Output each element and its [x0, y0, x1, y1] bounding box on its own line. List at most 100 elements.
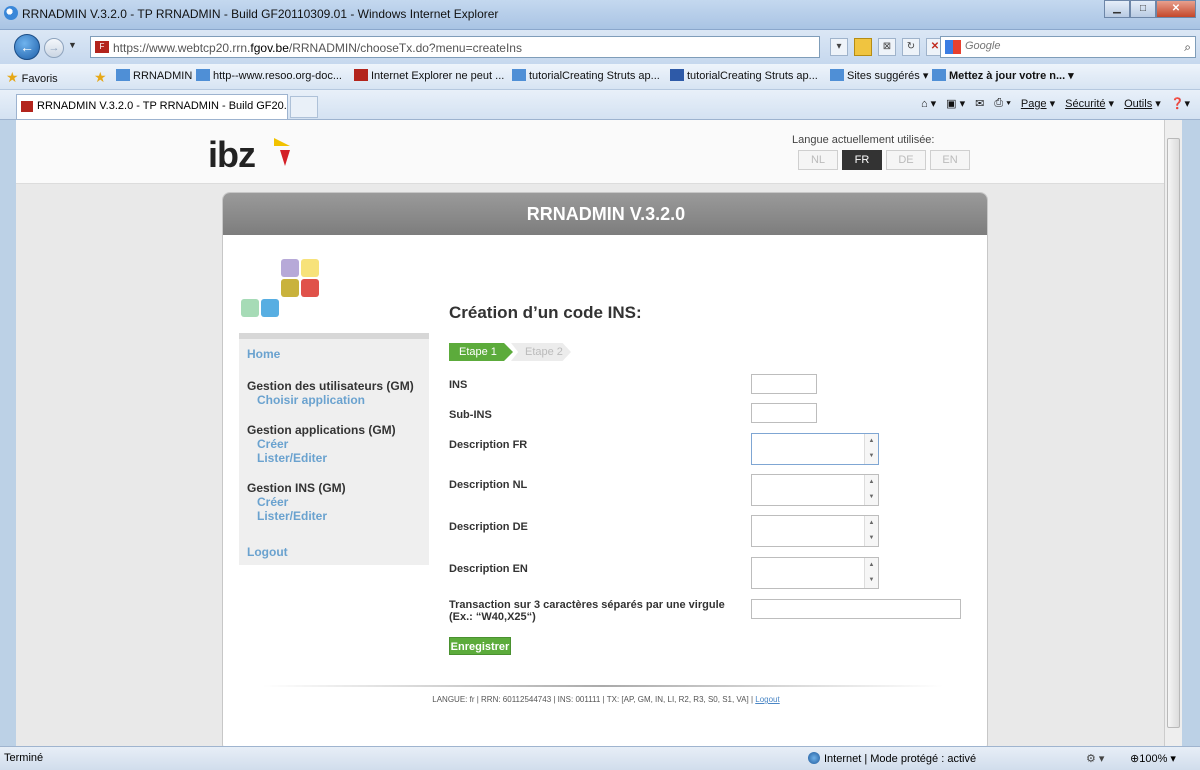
footer-divider — [263, 685, 943, 687]
security-menu[interactable]: Sécurité ▾ — [1065, 97, 1114, 110]
description-de-textarea[interactable]: ▲ ▼ — [751, 515, 879, 547]
sub-ins-input[interactable] — [751, 403, 817, 423]
command-bar: ⌂ ▾ ▣ ▾ ✉ ⎙ ▾ Page ▾ Sécurité ▾ Outils ▾… — [921, 97, 1190, 110]
description-en-textarea[interactable]: ▲ ▼ — [751, 557, 879, 589]
close-button[interactable]: ✕ — [1156, 0, 1196, 18]
ins-label: INS — [449, 379, 468, 391]
transaction-input[interactable] — [751, 599, 961, 619]
ie-logo-icon — [4, 6, 18, 20]
scrollbar-thumb[interactable] — [1167, 138, 1180, 728]
search-icon[interactable]: ⌕ — [1184, 40, 1191, 55]
favorite-item[interactable]: Internet Explorer ne peut ... — [354, 69, 504, 82]
favorite-item[interactable]: RRNADMIN — [116, 69, 192, 82]
history-dropdown-icon[interactable]: ▼ — [68, 40, 77, 50]
sidebar-heading: Gestion des utilisateurs (GM) — [247, 379, 414, 393]
sidebar: Home Gestion des utilisateurs (GM) Chois… — [239, 333, 429, 565]
tab-favicon-icon — [21, 101, 33, 112]
sidebar-item-list-applications[interactable]: Lister/Editer — [247, 451, 396, 465]
address-field[interactable]: F https://www.webtcp20.rrn.fgov.be/RRNAD… — [90, 36, 820, 58]
main-panel: RRNADMIN V.3.2.0 Home Gestion des utilis… — [222, 192, 988, 746]
vertical-scrollbar[interactable] — [1164, 120, 1182, 746]
url-text: https://www.webtcp20.rrn.fgov.be/RRNADMI… — [113, 41, 522, 55]
sidebar-item-create-application[interactable]: Créer — [247, 437, 396, 451]
save-button[interactable]: Enregistrer — [449, 637, 511, 655]
lang-nl-button[interactable]: NL — [798, 150, 838, 170]
sidebar-heading: Gestion INS (GM) — [247, 481, 346, 495]
footer-logout-link[interactable]: Logout — [755, 695, 779, 704]
refresh-icon[interactable]: ↻ — [902, 38, 920, 56]
favorite-item[interactable]: tutorialCreating Struts ap... — [670, 69, 818, 82]
transaction-label: Transaction sur 3 caractères séparés par… — [449, 599, 725, 623]
language-switcher: NL FR DE EN — [798, 150, 970, 170]
zoom-level[interactable]: ⊕100% ▾ — [1130, 752, 1176, 765]
suggested-sites[interactable]: Sites suggérés ▾ — [830, 69, 928, 82]
favorite-item[interactable]: http--www.resoo.org-doc... — [196, 69, 342, 82]
sidebar-item-choose-application[interactable]: Choisir application — [247, 393, 414, 407]
print-icon[interactable]: ⎙ ▾ — [994, 97, 1010, 110]
session-info: LANGUE: fr | RRN: 60112544743 | INS: 001… — [432, 695, 780, 704]
description-de-label: Description DE — [449, 521, 528, 533]
description-nl-textarea[interactable]: ▲ ▼ — [751, 474, 879, 506]
sidebar-heading: Gestion applications (GM) — [247, 423, 396, 437]
security-zone[interactable]: Internet | Mode protégé : activé — [808, 752, 976, 765]
sub-ins-label: Sub-INS — [449, 409, 492, 421]
sidebar-group-applications: Gestion applications (GM) Créer Lister/E… — [247, 423, 396, 465]
ins-input[interactable] — [751, 374, 817, 394]
browser-tab[interactable]: RRNADMIN V.3.2.0 - TP RRNADMIN - Build G… — [16, 94, 288, 119]
tab-bar: RRNADMIN V.3.2.0 - TP RRNADMIN - Build G… — [0, 90, 1200, 120]
textarea-scroll-icon[interactable]: ▲ ▼ — [864, 516, 878, 546]
step-1-indicator: Etape 1 — [449, 343, 513, 361]
help-icon[interactable]: ❓▾ — [1171, 97, 1190, 110]
language-label: Langue actuellement utilisée: — [792, 134, 935, 146]
lang-de-button[interactable]: DE — [886, 150, 926, 170]
mail-icon[interactable]: ✉ — [975, 97, 984, 110]
sidebar-item-list-ins[interactable]: Lister/Editer — [247, 509, 346, 523]
description-en-label: Description EN — [449, 563, 528, 575]
lock-icon[interactable] — [854, 38, 872, 56]
dropdown-icon[interactable]: ▾ — [830, 38, 848, 56]
sidebar-item-home[interactable]: Home — [247, 347, 280, 361]
textarea-scroll-icon[interactable]: ▲ ▼ — [864, 558, 878, 588]
search-box[interactable]: ⌕ — [940, 36, 1196, 58]
tab-label: RRNADMIN V.3.2.0 - TP RRNADMIN - Build G… — [37, 100, 288, 112]
star-icon: ★ — [6, 69, 19, 85]
sidebar-group-ins: Gestion INS (GM) Créer Lister/Editer — [247, 481, 346, 523]
page-title: Création d’un code INS: — [449, 303, 642, 322]
home-icon[interactable]: ⌂ ▾ — [921, 97, 936, 110]
maximize-button[interactable]: □ — [1130, 0, 1156, 18]
status-text: Terminé — [4, 752, 44, 764]
forward-button[interactable]: → — [44, 38, 64, 58]
description-nl-label: Description NL — [449, 479, 528, 491]
update-item[interactable]: Mettez à jour votre n... ▾ — [932, 69, 1074, 82]
tools-menu[interactable]: Outils ▾ — [1124, 97, 1161, 110]
page-menu[interactable]: Page ▾ — [1021, 97, 1055, 110]
compatibility-icon[interactable]: ⊠ — [878, 38, 896, 56]
page-viewport: ibz Langue actuellement utilisée: NL FR … — [16, 120, 1182, 746]
textarea-scroll-icon[interactable]: ▲ ▼ — [864, 475, 878, 505]
sidebar-item-logout[interactable]: Logout — [247, 545, 288, 559]
textarea-scroll-icon[interactable]: ▲ ▼ — [864, 434, 878, 464]
description-fr-textarea[interactable]: ▲ ▼ — [751, 433, 879, 465]
page-header: ibz Langue actuellement utilisée: NL FR … — [16, 120, 1182, 184]
ibz-logo: ibz — [208, 134, 256, 175]
minimize-button[interactable]: ▁ — [1104, 0, 1130, 18]
favorites-bar: ★ Favoris ★ RRNADMIN http--www.resoo.org… — [0, 64, 1200, 90]
address-tools: ▾ ⊠ ↻ ✕ — [830, 38, 944, 56]
favorites-button[interactable]: ★ Favoris — [6, 69, 58, 86]
feeds-icon[interactable]: ▣ ▾ — [946, 97, 965, 110]
description-fr-label: Description FR — [449, 439, 528, 451]
favorite-item[interactable]: tutorialCreating Struts ap... — [512, 69, 660, 82]
window-titlebar: RRNADMIN V.3.2.0 - TP RRNADMIN - Build G… — [0, 0, 1200, 30]
add-favorite-icon[interactable]: ★ — [94, 69, 107, 86]
new-tab-button[interactable] — [290, 96, 318, 118]
app-logo-tiles — [239, 259, 329, 329]
google-icon — [945, 40, 961, 54]
lang-fr-button[interactable]: FR — [842, 150, 882, 170]
lang-en-button[interactable]: EN — [930, 150, 970, 170]
sidebar-item-create-ins[interactable]: Créer — [247, 495, 346, 509]
protected-mode-icon[interactable]: ⚙ ▾ — [1086, 752, 1104, 765]
search-input[interactable] — [965, 40, 1165, 52]
sidebar-group-users: Gestion des utilisateurs (GM) Choisir ap… — [247, 379, 414, 407]
step-2-indicator: Etape 2 — [511, 343, 571, 361]
back-button[interactable]: ← — [14, 34, 40, 60]
